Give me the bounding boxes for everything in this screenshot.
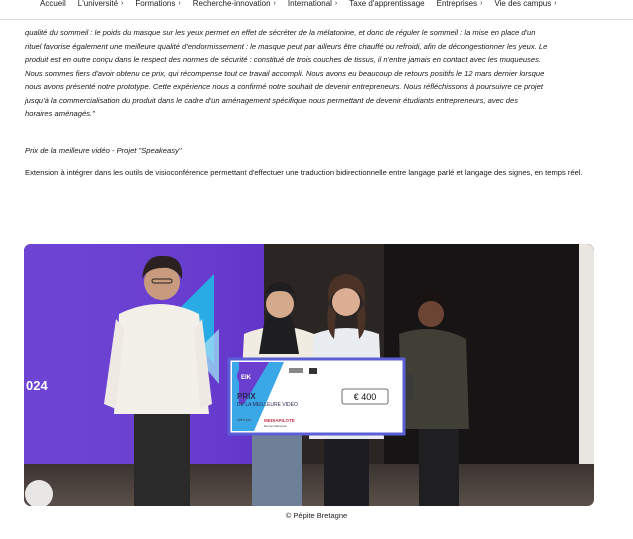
prize-description: Extension à intégrer dans les outils de … bbox=[25, 168, 583, 177]
chevron-right-icon: › bbox=[554, 0, 557, 7]
nav-item-6[interactable]: Entreprises › bbox=[437, 0, 483, 10]
testimonial-quote: qualité du sommeil : le poids du masque … bbox=[25, 26, 595, 121]
nav-item-label: Taxe d'apprentissage bbox=[349, 0, 425, 8]
cheque-prize-line1: PRIX bbox=[237, 392, 256, 401]
nav-item-label: Formations bbox=[135, 0, 176, 8]
nav-item-label: International bbox=[287, 0, 332, 8]
chevron-right-icon: › bbox=[121, 0, 124, 7]
chevron-right-icon: › bbox=[273, 0, 276, 7]
floor bbox=[24, 464, 594, 506]
nav-item-label: Recherche-innovation bbox=[192, 0, 271, 8]
nav-item-label: Vie des campus bbox=[494, 0, 552, 8]
quote-line: nous avons présenté notre prototype. Cet… bbox=[25, 82, 543, 91]
quote-line: rituel favorise également une meilleure … bbox=[25, 41, 548, 51]
quote-line: horaires aménagés." bbox=[25, 109, 95, 118]
nav-item-label: Accueil bbox=[40, 0, 66, 8]
nav-item-3[interactable]: Recherche-innovation › bbox=[193, 0, 276, 10]
nav-item-label: Entreprises bbox=[436, 0, 478, 8]
cheque-sponsor-sub: Rennes Métropole bbox=[264, 424, 287, 428]
award-photo: 024 EIK PRIX DE LA MEILLEURE VIDÉO € 400… bbox=[24, 244, 594, 506]
cheque-prize-line2: DE LA MEILLEURE VIDÉO bbox=[237, 401, 298, 408]
nav-item-1[interactable]: L'université › bbox=[78, 0, 124, 10]
prize-heading: Prix de la meilleure vidéo - Projet "Spe… bbox=[25, 145, 182, 155]
photo-caption: © Pépite Bretagne bbox=[285, 511, 348, 520]
quote-line: qualité du sommeil : le poids du masque … bbox=[25, 28, 536, 37]
nav-item-0[interactable]: Accueil bbox=[40, 0, 66, 10]
quote-line: produit est en outre conçu dans le respe… bbox=[25, 55, 541, 64]
cheque-amount: € 400 bbox=[354, 392, 377, 402]
article-body: qualité du sommeil : le poids du masque … bbox=[25, 26, 595, 180]
top-navigation: Accueil L'université › Formations › Recherche… bbox=[0, 0, 633, 20]
quote-line: jusqu'à la commercialisation du produit … bbox=[25, 95, 518, 105]
banner-year: 024 bbox=[26, 378, 48, 393]
prize-cheque: EIK PRIX DE LA MEILLEURE VIDÉO € 400 off… bbox=[227, 357, 406, 436]
cheque-sponsor: MEDIAPILOTE bbox=[264, 418, 295, 423]
nav-item-label: L'université bbox=[77, 0, 119, 8]
chevron-right-icon: › bbox=[178, 0, 181, 7]
quote-line: Nous sommes fiers d'avoir obtenu ce prix… bbox=[25, 68, 545, 78]
svg-text:EIK: EIK bbox=[241, 375, 252, 381]
nav-item-2[interactable]: Formations › bbox=[135, 0, 180, 10]
nav-item-4[interactable]: International › bbox=[288, 0, 337, 10]
chevron-right-icon: › bbox=[334, 0, 338, 7]
cheque-offered-by: offert par : bbox=[237, 418, 253, 422]
nav-item-5[interactable]: Taxe d'apprentissage bbox=[349, 0, 424, 10]
chevron-right-icon: › bbox=[480, 0, 483, 7]
nav-item-7[interactable]: Vie des campus › bbox=[494, 0, 556, 10]
